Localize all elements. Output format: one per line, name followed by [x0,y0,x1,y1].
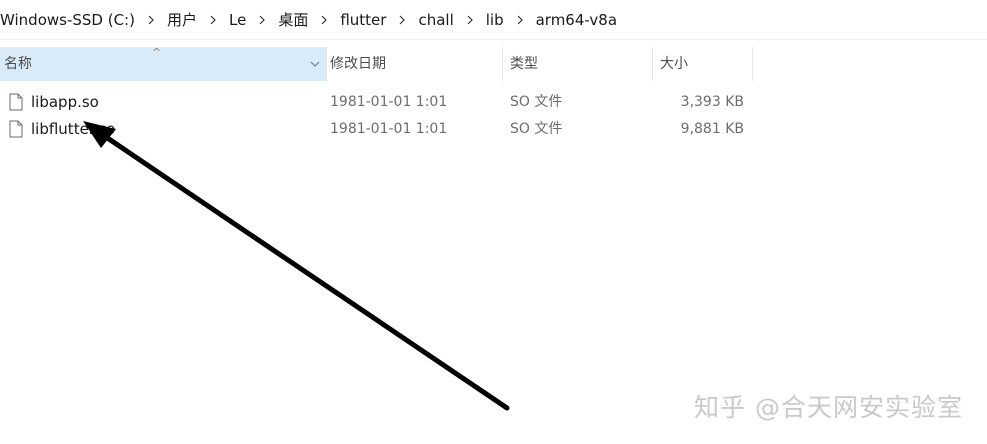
file-row[interactable]: libflutter.so 1981-01-01 1:01 SO 文件 9,88… [0,116,760,142]
chevron-down-icon[interactable] [306,47,324,81]
breadcrumb-item-drive[interactable]: Windows-SSD (C:) [0,6,141,34]
chevron-right-icon[interactable] [141,6,161,34]
file-date: 1981-01-01 1:01 [330,121,448,137]
file-name[interactable]: libapp.so [31,89,99,115]
column-header-size-label: 大小 [660,56,688,72]
file-type: SO 文件 [510,121,563,137]
file-date: 1981-01-01 1:01 [330,94,448,110]
column-header-name-label: 名称 [4,56,32,72]
chevron-right-icon[interactable] [314,6,334,34]
breadcrumb[interactable]: Windows-SSD (C:) 用户 Le 桌面 flutter chall … [0,0,987,40]
breadcrumb-item-arm64-v8a[interactable]: arm64-v8a [530,6,623,34]
column-divider[interactable] [752,47,753,81]
chevron-right-icon[interactable] [460,6,480,34]
breadcrumb-item-user[interactable]: Le [223,6,252,34]
file-size: 3,393 KB [680,94,744,110]
column-header-date[interactable]: 修改日期 [326,47,502,81]
file-type: SO 文件 [510,94,563,110]
column-header-name[interactable]: 名称 ^ [0,46,326,81]
explorer-window: Windows-SSD (C:) 用户 Le 桌面 flutter chall … [0,0,987,444]
file-icon [9,120,23,138]
column-header-date-label: 修改日期 [330,56,386,72]
breadcrumb-item-lib[interactable]: lib [480,6,510,34]
file-name[interactable]: libflutter.so [31,116,115,142]
column-divider[interactable] [502,47,503,81]
breadcrumb-item-chall[interactable]: chall [412,6,459,34]
breadcrumb-item-users[interactable]: 用户 [161,6,203,34]
breadcrumb-item-flutter[interactable]: flutter [334,6,392,34]
chevron-right-icon[interactable] [252,6,272,34]
breadcrumb-item-desktop[interactable]: 桌面 [272,6,314,34]
column-divider[interactable] [652,47,653,81]
column-header: 名称 ^ 修改日期 类型 大小 [0,46,760,81]
column-header-size[interactable]: 大小 [656,47,752,81]
file-size: 9,881 KB [680,121,744,137]
chevron-right-icon[interactable] [510,6,530,34]
file-row[interactable]: libapp.so 1981-01-01 1:01 SO 文件 3,393 KB [0,89,760,115]
chevron-right-icon[interactable] [392,6,412,34]
watermark: 知乎 @合天网安实验室 [694,393,963,422]
sort-ascending-icon: ^ [152,46,162,59]
chevron-right-icon[interactable] [203,6,223,34]
column-header-type[interactable]: 类型 [506,47,652,81]
file-icon [9,93,23,111]
column-header-type-label: 类型 [510,56,538,72]
